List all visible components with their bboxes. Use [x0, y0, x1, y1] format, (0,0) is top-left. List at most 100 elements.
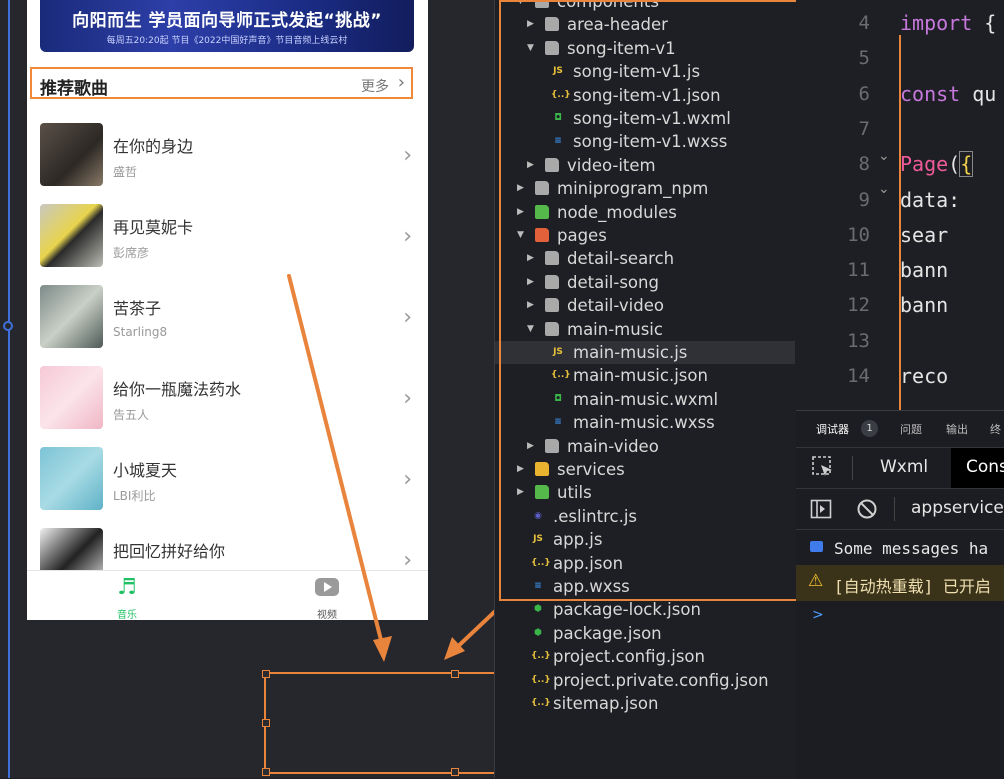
chevron-down-icon[interactable]: ▼ [517, 0, 524, 13]
tree-folder[interactable]: ▼ components [495, 0, 795, 13]
chevron-down-icon[interactable]: ▼ [517, 224, 524, 247]
fold-chevron-icon[interactable]: ⌄ [878, 148, 890, 164]
clear-console-icon[interactable] [856, 498, 878, 524]
json-file-icon: {..} [531, 698, 551, 708]
chevron-right-icon[interactable]: ▶ [517, 458, 524, 481]
tree-item-label: miniprogram_npm [557, 179, 709, 199]
console-prompt[interactable]: > [812, 607, 824, 623]
tree-file[interactable]: {..} sitemap.json [495, 692, 795, 715]
simulator-area: 向阳而生 学员面向导师正式发起“挑战” 每周五20:20起 节目《2022中国好… [0, 0, 708, 778]
tree-folder[interactable]: ▶ detail-song [495, 271, 795, 294]
code-token: reco [900, 364, 949, 388]
tree-file[interactable]: ⬢ package-lock.json [495, 598, 795, 621]
console-message-text: Some messages ha [834, 539, 989, 558]
tab-problems[interactable]: 问题 [900, 421, 922, 437]
chevron-right-icon[interactable]: ▶ [527, 271, 534, 294]
folder-icon [545, 251, 559, 266]
tree-file[interactable]: JS app.js [495, 528, 795, 551]
folder-icon [545, 40, 559, 55]
code-token: { [959, 151, 974, 178]
message-icon [810, 541, 823, 552]
tree-item-label: detail-video [567, 296, 664, 316]
wxml-file-icon: ◘ [554, 113, 562, 123]
tab-console[interactable]: Cons [951, 448, 1004, 488]
tree-folder[interactable]: ▶ detail-video [495, 294, 795, 317]
code-token: qu [960, 81, 997, 106]
sidebar-toggle-icon[interactable] [810, 498, 832, 524]
resize-handle[interactable] [262, 719, 270, 727]
json-file-icon: {..} [531, 651, 551, 662]
tab-terminal[interactable]: 终 [990, 421, 1001, 437]
tree-item-label: area-header [567, 15, 668, 35]
chevron-right-icon[interactable]: ▶ [517, 177, 524, 200]
chevron-right-icon[interactable]: ▶ [527, 154, 534, 177]
resize-handle[interactable] [451, 768, 459, 776]
chevron-down-icon[interactable]: ▼ [527, 37, 534, 60]
chevron-right-icon[interactable]: ▶ [527, 435, 534, 458]
code-editor[interactable]: 4 import {5 6 const qu 7 8 Page({9 data: 10 sea… [796, 0, 1004, 410]
tree-folder[interactable]: ▶ node_modules [495, 201, 795, 224]
code-token: Page [900, 152, 949, 177]
tree-item-label: song-item-v1.wxml [573, 109, 731, 128]
tree-file[interactable]: ≡ app.wxss [495, 575, 795, 598]
tree-item-label: pages [557, 226, 607, 245]
code-token: bann [900, 293, 949, 318]
tree-file[interactable]: JS main-music.js [495, 341, 795, 364]
resize-handle[interactable] [262, 768, 270, 776]
tree-file[interactable]: ≡ main-music.wxss [495, 411, 795, 434]
tree-folder[interactable]: ▶ detail-search [495, 247, 795, 270]
tab-debugger[interactable]: 调试器 [816, 421, 849, 437]
chevron-right-icon[interactable]: ▶ [527, 13, 534, 36]
tree-file[interactable]: ≡ song-item-v1.wxss [495, 130, 795, 153]
tree-folder[interactable]: ▶ utils [495, 481, 795, 504]
wxml-file-icon: ◘ [554, 393, 562, 404]
line-number: 5 [858, 47, 870, 70]
tree-file[interactable]: {..} app.json [495, 552, 795, 575]
inspect-element-icon[interactable] [812, 456, 834, 482]
folder-icon [535, 0, 549, 8]
tree-file[interactable]: {..} song-item-v1.json [495, 84, 795, 107]
tree-folder[interactable]: ▶ main-video [495, 435, 795, 458]
chevron-right-icon[interactable]: ▶ [527, 294, 534, 317]
line-number: 10 [847, 223, 870, 246]
tree-folder[interactable]: ▶ services [495, 458, 795, 481]
tree-folder[interactable]: ▶ area-header [495, 13, 795, 36]
chevron-right-icon[interactable]: ▶ [517, 481, 524, 504]
warning-icon: ⚠ [808, 571, 824, 591]
chevron-right-icon[interactable]: ▶ [517, 201, 524, 224]
tree-folder[interactable]: ▼ main-music [495, 318, 795, 341]
debug-tabs: 调试器 1 问题 输出 终 [796, 411, 1004, 447]
tree-file[interactable]: {..} main-music.json [495, 364, 795, 387]
resize-handle[interactable] [451, 670, 459, 678]
tree-file[interactable]: {..} project.config.json [495, 645, 795, 668]
tree-folder[interactable]: ▼ pages [495, 224, 795, 247]
fold-chevron-icon[interactable]: ⌄ [878, 181, 890, 197]
tree-item-label: .eslintrc.js [553, 506, 638, 526]
tree-file[interactable]: {..} project.private.config.json [495, 669, 795, 692]
tree-folder[interactable]: ▼ song-item-v1 [495, 37, 795, 60]
tree-file[interactable]: JS song-item-v1.js [495, 60, 795, 83]
tree-item-label: song-item-v1.json [573, 85, 721, 105]
tree-file[interactable]: ◘ song-item-v1.wxml [495, 107, 795, 130]
editor-highlight-edge [899, 35, 901, 410]
console-warning-text: [自动热重载] 已开启 [834, 577, 991, 596]
tree-folder[interactable]: ▶ miniprogram_npm [495, 177, 795, 200]
resize-handle[interactable] [262, 670, 270, 678]
tree-folder[interactable]: ▶ video-item [495, 154, 795, 177]
folder-icon [535, 485, 549, 500]
tab-output[interactable]: 输出 [946, 421, 968, 437]
tree-item-label: detail-song [567, 272, 659, 292]
npm-file-icon: ⬢ [534, 604, 542, 615]
toolbar-divider [852, 456, 853, 480]
folder-icon [535, 228, 549, 242]
tree-file[interactable]: ◉ .eslintrc.js [495, 505, 795, 528]
tree-file[interactable]: ◘ main-music.wxml [495, 388, 795, 411]
tab-wxml[interactable]: Wxml [880, 457, 928, 477]
chevron-right-icon[interactable]: ▶ [527, 247, 534, 270]
chevron-down-icon[interactable]: ▼ [527, 318, 534, 341]
code-token: bann [900, 258, 949, 283]
context-select[interactable]: appservice [911, 498, 1004, 518]
code-line: bann [900, 258, 948, 282]
tree-file[interactable]: ⬢ package.json [495, 622, 795, 645]
tree-item-label: services [557, 460, 625, 479]
